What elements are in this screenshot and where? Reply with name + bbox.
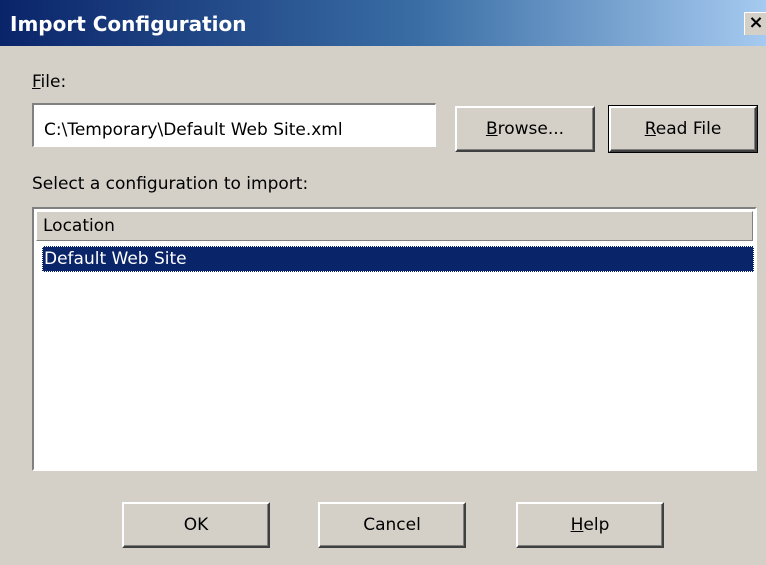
file-label-accel: F (32, 72, 41, 92)
file-label: File: (32, 72, 66, 92)
help-label-rest: elp (583, 515, 610, 535)
configuration-list[interactable]: Location Default Web Site (32, 207, 757, 471)
file-label-rest: ile: (40, 72, 67, 92)
select-configuration-prompt: Select a configuration to import: (32, 174, 309, 194)
window-title: Import Configuration (10, 12, 247, 36)
file-path-input[interactable] (32, 103, 436, 147)
help-accel: H (570, 515, 584, 535)
ok-button[interactable]: OK (122, 502, 270, 548)
title-bar: Import Configuration × (0, 0, 766, 46)
browse-accel: B (485, 119, 498, 139)
readfile-label-rest: ead File (655, 119, 722, 139)
column-header-location[interactable]: Location (36, 211, 753, 241)
browse-label-rest: rowse... (497, 119, 565, 139)
readfile-accel: R (644, 119, 656, 139)
cancel-button[interactable]: Cancel (318, 502, 466, 548)
read-file-button[interactable]: Read File (608, 105, 758, 153)
browse-button[interactable]: Browse... (455, 106, 595, 152)
close-icon[interactable]: × (744, 12, 766, 35)
list-item[interactable]: Default Web Site (42, 246, 754, 272)
help-button[interactable]: Help (516, 502, 664, 548)
